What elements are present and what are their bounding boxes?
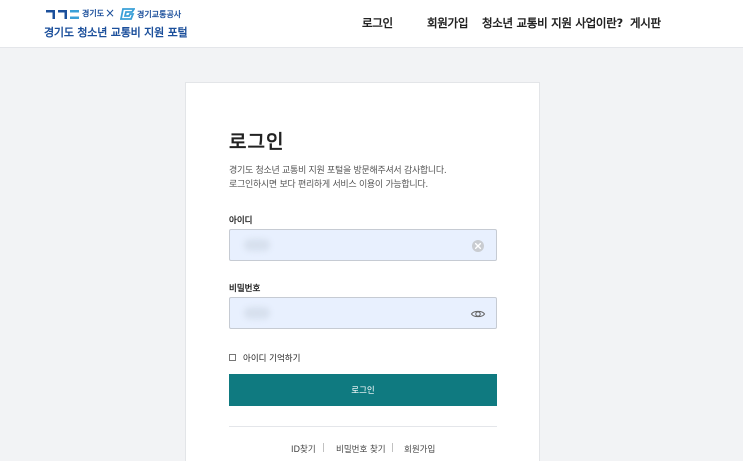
header: 경기도 × 경기교통공사 경기도 청소년 교통비 지원 포털 로그인 회원가입 …: [0, 0, 743, 48]
find-id-link[interactable]: ID찾기: [291, 443, 316, 455]
login-title: 로그인: [229, 131, 285, 153]
nav-login[interactable]: 로그인: [362, 15, 393, 31]
login-button[interactable]: 로그인: [229, 374, 497, 406]
nav-signup[interactable]: 회원가입: [427, 15, 468, 31]
password-label: 비밀번호: [229, 284, 261, 294]
clear-icon[interactable]: [470, 238, 486, 254]
main-nav: 로그인 회원가입 청소년 교통비 지원 사업이란? 게시판: [0, 15, 743, 33]
nav-program-info[interactable]: 청소년 교통비 지원 사업이란?: [482, 15, 623, 31]
link-separator: |: [391, 443, 394, 453]
login-description: 경기도 청소년 교통비 지원 포털을 방문해주셔서 감사합니다. 로그인하시면 …: [229, 164, 447, 192]
remember-id-label[interactable]: 아이디 기억하기: [243, 352, 300, 364]
divider: [229, 426, 497, 427]
login-description-line1: 경기도 청소년 교통비 지원 포털을 방문해주셔서 감사합니다.: [229, 166, 447, 176]
find-password-link[interactable]: 비밀번호 찾기: [336, 443, 386, 455]
id-value-masked: [244, 239, 270, 251]
id-label: 아이디: [229, 216, 253, 226]
nav-board[interactable]: 게시판: [630, 15, 661, 31]
account-links: ID찾기 | 비밀번호 찾기 | 회원가입: [186, 443, 541, 455]
password-input[interactable]: [229, 297, 497, 329]
remember-id-checkbox[interactable]: [229, 354, 236, 361]
signup-link[interactable]: 회원가입: [404, 443, 435, 455]
login-description-line2: 로그인하시면 보다 편리하게 서비스 이용이 가능합니다.: [229, 180, 428, 190]
id-input[interactable]: [229, 229, 497, 261]
password-value-masked: [244, 307, 270, 319]
link-separator: |: [322, 443, 325, 453]
login-card: 로그인 경기도 청소년 교통비 지원 포털을 방문해주셔서 감사합니다. 로그인…: [185, 82, 540, 461]
eye-icon[interactable]: [470, 306, 486, 322]
